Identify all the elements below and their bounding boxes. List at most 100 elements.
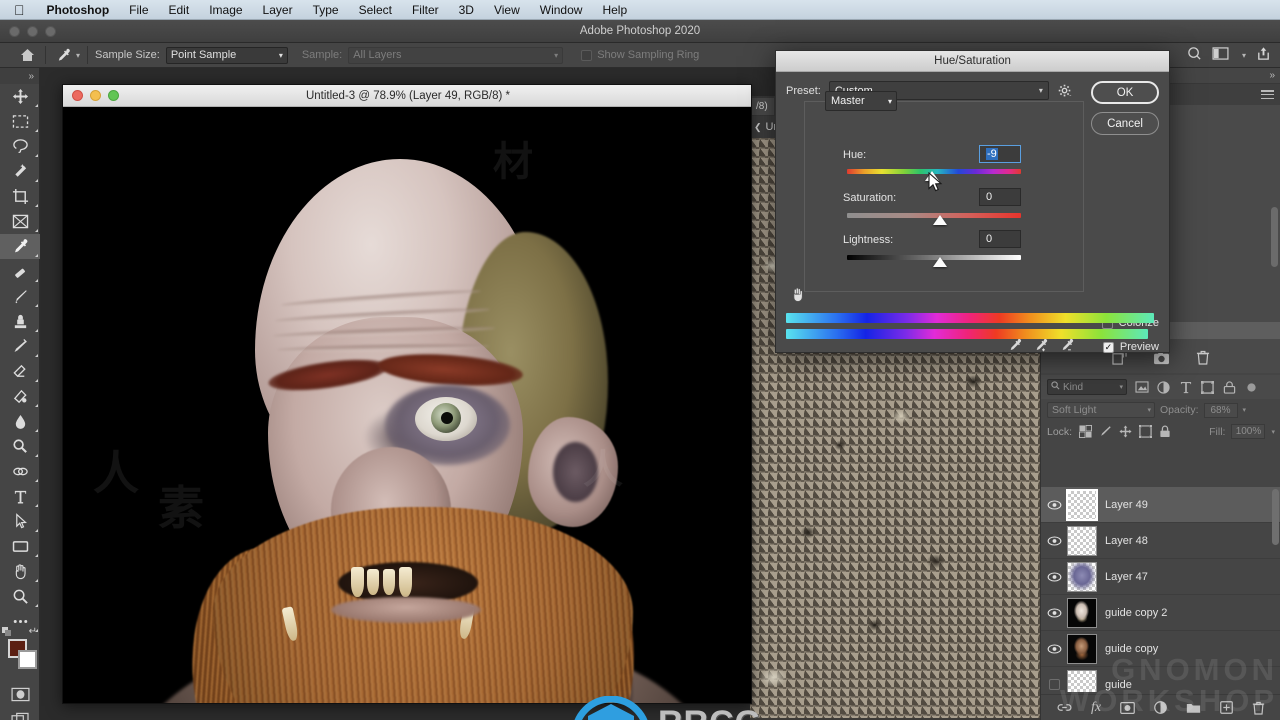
- blend-mode-select[interactable]: Soft Light ▾: [1047, 402, 1155, 418]
- history-scrollbar[interactable]: [1271, 107, 1278, 307]
- lasso-tool[interactable]: [0, 134, 40, 159]
- hue-slider-knob[interactable]: [925, 171, 939, 181]
- menu-item-3d[interactable]: 3D: [449, 3, 484, 17]
- chevron-down-icon[interactable]: ▾: [1242, 51, 1246, 60]
- chevron-down-icon[interactable]: ▾: [1271, 428, 1275, 436]
- window-controls[interactable]: [9, 26, 56, 37]
- sample-select[interactable]: All Layers ▾: [348, 47, 563, 64]
- new-layer-icon[interactable]: [1220, 701, 1233, 714]
- new-document-from-state-icon[interactable]: [1112, 351, 1127, 368]
- path-selection-tool[interactable]: [0, 509, 40, 534]
- lightness-slider-knob[interactable]: [933, 257, 947, 267]
- layer-thumbnail[interactable]: [1067, 562, 1097, 592]
- eyedropper-plus-icon[interactable]: [1034, 338, 1049, 356]
- workspace-icon[interactable]: [1212, 47, 1229, 63]
- ok-button[interactable]: OK: [1091, 81, 1159, 104]
- quick-mask-icon[interactable]: [0, 682, 40, 707]
- background-color-swatch[interactable]: [18, 650, 37, 669]
- opacity-value[interactable]: 68%: [1204, 403, 1238, 418]
- layer-visibility-toggle[interactable]: [1041, 572, 1067, 582]
- frame-tool[interactable]: [0, 209, 40, 234]
- layers-scrollbar[interactable]: [1272, 489, 1279, 545]
- panel-menu-icon[interactable]: [1261, 90, 1274, 99]
- menu-item-help[interactable]: Help: [592, 3, 637, 17]
- layer-thumbnail[interactable]: [1067, 598, 1097, 628]
- zoom-tool[interactable]: [0, 584, 40, 609]
- layer-row-layer-49[interactable]: Layer 49: [1041, 487, 1280, 523]
- lock-transparent-icon[interactable]: [1078, 425, 1092, 439]
- layer-visibility-toggle[interactable]: [1041, 644, 1067, 654]
- menu-item-type[interactable]: Type: [303, 3, 349, 17]
- smart-object-filter-icon[interactable]: [1222, 380, 1237, 395]
- menu-item-edit[interactable]: Edit: [159, 3, 200, 17]
- apple-icon[interactable]: : [0, 3, 37, 17]
- eyedropper-tool[interactable]: [0, 234, 40, 259]
- move-tool[interactable]: [0, 84, 40, 109]
- layer-row-guide-copy-2[interactable]: guide copy 2: [1041, 595, 1280, 631]
- delete-layer-icon[interactable]: [1252, 701, 1265, 715]
- saturation-slider-knob[interactable]: [933, 215, 947, 225]
- home-icon[interactable]: [16, 46, 38, 64]
- layer-visibility-toggle[interactable]: [1041, 500, 1067, 510]
- layer-row-guide[interactable]: guide: [1041, 667, 1280, 692]
- lock-all-icon[interactable]: [1158, 425, 1172, 439]
- layer-thumbnail[interactable]: [1067, 526, 1097, 556]
- dodge-tool[interactable]: [0, 434, 40, 459]
- window-zoom-button[interactable]: [45, 26, 56, 37]
- menu-item-image[interactable]: Image: [199, 3, 252, 17]
- layer-visibility-toggle[interactable]: [1041, 608, 1067, 618]
- preview-option[interactable]: ✓ Preview: [1103, 341, 1159, 353]
- menu-item-photoshop[interactable]: Photoshop: [37, 3, 120, 17]
- image-canvas[interactable]: 人 素 材 人: [63, 107, 751, 703]
- layer-thumbnail[interactable]: [1067, 490, 1097, 520]
- chevron-down-icon[interactable]: ▾: [1243, 406, 1247, 414]
- cancel-button[interactable]: Cancel: [1091, 112, 1159, 135]
- layer-name[interactable]: Layer 49: [1105, 499, 1148, 511]
- hand-icon[interactable]: [790, 286, 806, 306]
- lightness-value-field[interactable]: 0: [979, 230, 1021, 248]
- type-tool[interactable]: [0, 484, 40, 509]
- channel-select[interactable]: Master ▾: [825, 91, 897, 111]
- screen-mode-icon[interactable]: [0, 707, 40, 720]
- layer-name[interactable]: Layer 48: [1105, 535, 1148, 547]
- brush-tool[interactable]: [0, 284, 40, 309]
- layer-row-layer-48[interactable]: Layer 48: [1041, 523, 1280, 559]
- eyedropper-minus-icon[interactable]: [1060, 338, 1075, 356]
- share-icon[interactable]: [1256, 46, 1271, 64]
- layer-thumbnail[interactable]: [1067, 670, 1097, 693]
- gradient-tool[interactable]: [0, 384, 40, 409]
- rectangle-tool[interactable]: [0, 534, 40, 559]
- link-layers-icon[interactable]: [1057, 702, 1072, 713]
- rectangular-marquee-tool[interactable]: [0, 109, 40, 134]
- adjustment-layer-icon[interactable]: [1154, 701, 1167, 714]
- new-snapshot-icon[interactable]: [1153, 351, 1170, 368]
- pen-tool[interactable]: [0, 459, 40, 484]
- pixel-filter-icon[interactable]: [1134, 380, 1149, 395]
- clone-stamp-tool[interactable]: [0, 309, 40, 334]
- lock-image-icon[interactable]: [1098, 425, 1112, 439]
- layer-style-fx-icon[interactable]: fx: [1091, 700, 1101, 716]
- background-document-tab[interactable]: /8): [750, 98, 774, 115]
- window-close-button[interactable]: [9, 26, 20, 37]
- layer-filter-kind-select[interactable]: Kind ▾: [1047, 379, 1127, 395]
- layer-name[interactable]: guide: [1105, 679, 1132, 691]
- saturation-value-field[interactable]: 0: [979, 188, 1021, 206]
- color-range-bar-output[interactable]: [786, 329, 1148, 339]
- layer-row-layer-47[interactable]: Layer 47: [1041, 559, 1280, 595]
- layer-list[interactable]: Layer 49 Layer 48 Layer 47: [1041, 487, 1280, 692]
- color-swatches[interactable]: ↵: [0, 636, 40, 674]
- shape-filter-icon[interactable]: [1200, 380, 1215, 395]
- history-brush-tool[interactable]: [0, 334, 40, 359]
- layer-visibility-toggle[interactable]: [1041, 536, 1067, 546]
- blur-tool[interactable]: [0, 409, 40, 434]
- menu-item-window[interactable]: Window: [530, 3, 593, 17]
- add-mask-icon[interactable]: [1120, 702, 1135, 714]
- window-minimize-button[interactable]: [27, 26, 38, 37]
- preview-checkbox[interactable]: ✓: [1103, 342, 1114, 353]
- layer-name[interactable]: Layer 47: [1105, 571, 1148, 583]
- eyedropper-icon[interactable]: [53, 46, 73, 64]
- menu-item-file[interactable]: File: [119, 3, 158, 17]
- magic-wand-tool[interactable]: [0, 159, 40, 184]
- filter-toggle-icon[interactable]: [1244, 380, 1259, 395]
- menu-item-layer[interactable]: Layer: [253, 3, 303, 17]
